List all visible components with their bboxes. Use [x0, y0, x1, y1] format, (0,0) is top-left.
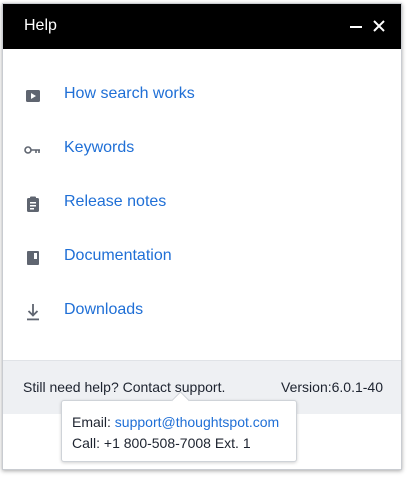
- link-label: Downloads: [64, 301, 144, 318]
- version-label: Version:6.0.1-40: [281, 379, 383, 395]
- link-label: Documentation: [64, 247, 172, 264]
- link-release-notes[interactable]: Release notes: [3, 184, 401, 224]
- help-title: Help: [24, 17, 57, 34]
- support-tooltip: Email: support@thoughtspot.com Call: +1 …: [61, 391, 297, 462]
- minimize-icon: [350, 26, 362, 28]
- close-icon: [373, 20, 385, 32]
- minimize-button[interactable]: [345, 14, 367, 38]
- help-header: Help: [3, 4, 401, 49]
- download-icon: [23, 302, 43, 322]
- play-video-icon: [23, 86, 43, 106]
- clipboard-icon: [23, 194, 43, 214]
- link-downloads[interactable]: Downloads: [3, 292, 401, 332]
- link-how-search-works[interactable]: How search works: [3, 76, 401, 116]
- email-line: Email: support@thoughtspot.com: [72, 414, 279, 430]
- link-documentation[interactable]: Documentation: [3, 238, 401, 278]
- link-keywords[interactable]: Keywords: [3, 130, 401, 170]
- email-link[interactable]: support@thoughtspot.com: [115, 414, 279, 430]
- link-label: How search works: [64, 85, 195, 102]
- phone-line: Call: +1 800-508-7008 Ext. 1: [72, 435, 251, 451]
- link-label: Keywords: [64, 139, 135, 156]
- key-icon: [23, 140, 43, 160]
- book-icon: [23, 248, 43, 268]
- close-button[interactable]: [368, 14, 390, 38]
- contact-support-link[interactable]: Still need help? Contact support.: [23, 379, 225, 395]
- email-label: Email:: [72, 414, 115, 430]
- link-label: Release notes: [64, 193, 167, 210]
